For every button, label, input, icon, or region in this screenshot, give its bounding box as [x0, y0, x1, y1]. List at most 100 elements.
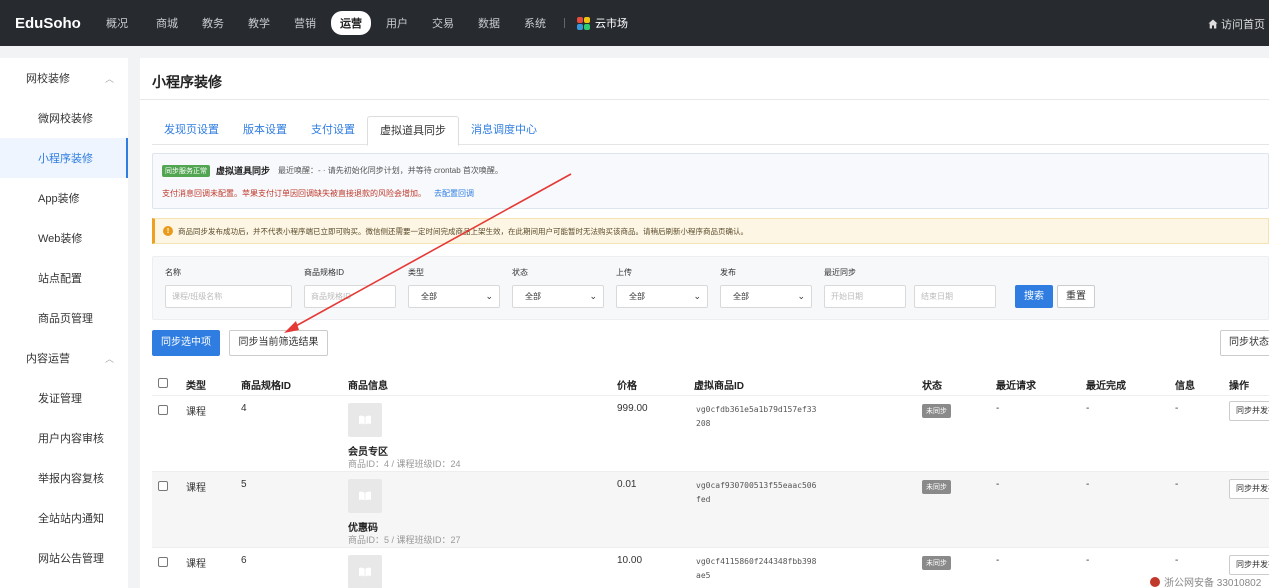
col-actions: 操作 — [1229, 381, 1249, 392]
sidebar-item-miniprogram[interactable]: 小程序装修 — [0, 138, 128, 178]
nav-operation[interactable]: 运营 — [331, 11, 371, 35]
filter-label-publish: 发布 — [720, 268, 736, 277]
nav-trade[interactable]: 交易 — [432, 15, 454, 31]
sidebar: 网校装修 ︿ 微网校装修 小程序装修 App装修 Web装修 站点配置 商品页管… — [0, 58, 128, 588]
beian-text: 浙公网安备 33010802 — [1164, 578, 1262, 588]
sync-publish-button[interactable]: 同步并发布 — [1229, 479, 1269, 499]
row-checkbox[interactable] — [158, 481, 168, 491]
reset-button[interactable]: 重置 — [1057, 285, 1095, 308]
sidebar-item-certificates[interactable]: 发证管理 — [0, 378, 128, 418]
filter-label-status: 状态 — [512, 268, 528, 277]
nav-teaching[interactable]: 教学 — [248, 15, 270, 31]
sidebar-group-decoration[interactable]: 网校装修 ︿ — [0, 58, 128, 98]
status-badge: 同步服务正常 — [162, 164, 210, 177]
row-checkbox[interactable] — [158, 405, 168, 415]
tab-discover[interactable]: 发现页设置 — [152, 116, 231, 145]
select-all-checkbox[interactable] — [158, 378, 168, 388]
filter-panel: 名称 课程/班级名称 商品规格ID 商品规格ID 类型 全部 ⌄ 状态 全部 ⌄ 上… — [152, 256, 1269, 320]
nav-cloud-market[interactable]: 云市场 — [577, 15, 628, 31]
sidebar-item-app[interactable]: App装修 — [0, 178, 128, 218]
nav-users[interactable]: 用户 — [386, 15, 408, 31]
publish-select-value: 全部 — [733, 292, 749, 301]
col-last-request: 最近请求 — [996, 381, 1036, 392]
type-select[interactable]: 全部 ⌄ — [408, 285, 500, 308]
visit-home-link[interactable]: 访问首页 — [1208, 16, 1265, 32]
sidebar-item-report-review[interactable]: 举报内容复核 — [0, 458, 128, 498]
row-spec-id: 6 — [241, 555, 247, 566]
logo[interactable]: EduSoho — [15, 15, 93, 32]
tab-message-center[interactable]: 消息调度中心 — [459, 116, 549, 145]
tab-payment[interactable]: 支付设置 — [299, 116, 367, 145]
sidebar-item-content-review[interactable]: 用户内容审核 — [0, 418, 128, 458]
notice-text: 商品同步发布成功后，并不代表小程序端已立即可购买。微信侧还需要一定时间完成商品上… — [178, 226, 748, 236]
tab-virtual-sync[interactable]: 虚拟道具同步 — [367, 116, 459, 146]
status-select[interactable]: 全部 ⌄ — [512, 285, 604, 308]
status-badge: 未同步 — [922, 480, 951, 494]
sidebar-item-micro-site[interactable]: 微网校装修 — [0, 98, 128, 138]
publish-select[interactable]: 全部 ⌄ — [720, 285, 812, 308]
sync-filtered-button[interactable]: 同步当前筛选结果 — [229, 330, 328, 356]
callback-warning-text: 支付消息回调未配置。苹果支付订单因回调缺失被直接退款的风险会增加。 — [162, 189, 426, 198]
upload-select-value: 全部 — [629, 292, 645, 301]
configure-callback-link[interactable]: 去配置回调 — [434, 189, 474, 198]
filter-label-type: 类型 — [408, 268, 424, 277]
nav-data[interactable]: 数据 — [478, 15, 500, 31]
status-badge: 未同步 — [922, 556, 951, 570]
nav-overview[interactable]: 概况 — [106, 15, 128, 31]
sync-status-button[interactable]: 同步状态 — [1220, 330, 1269, 356]
col-last-complete: 最近完成 — [1086, 381, 1126, 392]
spec-id-input[interactable]: 商品规格ID — [304, 285, 396, 308]
row-spec-id: 4 — [241, 403, 247, 414]
sidebar-item-web[interactable]: Web装修 — [0, 218, 128, 258]
chevron-down-icon: ⌄ — [485, 291, 493, 301]
chevron-down-icon: ⌄ — [589, 291, 597, 301]
status-badge: 未同步 — [922, 404, 951, 418]
sidebar-group-label: 网校装修 — [26, 73, 70, 85]
sidebar-item-site-notice[interactable]: 全站站内通知 — [0, 498, 128, 538]
col-price: 价格 — [617, 381, 637, 392]
beian-badge[interactable]: 浙公网安备 33010802 — [1150, 574, 1261, 588]
row-info: - — [1175, 555, 1179, 566]
row-type: 课程 — [186, 483, 206, 494]
tab-bar: 发现页设置 版本设置 支付设置 虚拟道具同步 消息调度中心 — [152, 116, 1269, 146]
sidebar-group-content[interactable]: 内容运营 ︿ — [0, 338, 128, 378]
nav-system[interactable]: 系统 — [524, 15, 546, 31]
tab-version[interactable]: 版本设置 — [231, 116, 299, 145]
row-last-complete: - — [1086, 479, 1090, 490]
product-name[interactable]: 会员专区 — [348, 443, 388, 458]
nav-marketing[interactable]: 营销 — [294, 15, 316, 31]
callback-warning: 支付消息回调未配置。苹果支付订单因回调缺失被直接退款的风险会增加。 去配置回调 — [162, 188, 474, 199]
col-virtual-id: 虚拟商品ID — [694, 381, 744, 392]
row-price: 0.01 — [617, 479, 637, 490]
product-ids: 商品ID：5 / 课程班级ID：27 — [348, 535, 461, 545]
filter-label-name: 名称 — [165, 268, 181, 277]
upload-select[interactable]: 全部 ⌄ — [616, 285, 708, 308]
sync-selected-button[interactable]: 同步选中项 — [152, 330, 220, 356]
nav-academic[interactable]: 教务 — [202, 15, 224, 31]
home-link-label: 访问首页 — [1221, 19, 1265, 31]
search-button[interactable]: 搜索 — [1015, 285, 1053, 308]
row-checkbox[interactable] — [158, 557, 168, 567]
divider — [140, 99, 1269, 100]
row-type: 课程 — [186, 559, 206, 570]
row-last-request: - — [996, 479, 1000, 490]
police-badge-icon — [1150, 576, 1160, 587]
name-search-input[interactable]: 课程/班级名称 — [165, 285, 292, 308]
sidebar-item-announcements[interactable]: 网站公告管理 — [0, 538, 128, 578]
sync-publish-button[interactable]: 同步并发布 — [1229, 555, 1269, 575]
start-date-input[interactable]: 开始日期 — [824, 285, 906, 308]
chevron-down-icon: ⌄ — [797, 291, 805, 301]
sidebar-item-site-config[interactable]: 站点配置 — [0, 258, 128, 298]
nav-mall[interactable]: 商城 — [156, 15, 178, 31]
sidebar-item-product-page[interactable]: 商品页管理 — [0, 298, 128, 338]
sync-publish-button[interactable]: 同步并发布 — [1229, 401, 1269, 421]
product-name[interactable]: 优惠码 — [348, 519, 378, 534]
book-icon — [359, 567, 371, 577]
type-select-value: 全部 — [421, 292, 437, 301]
sync-description: 最近唤醒：- · 请先初始化同步计划，并等待 crontab 首次唤醒。 — [278, 166, 503, 175]
end-date-input[interactable]: 结束日期 — [914, 285, 996, 308]
product-thumbnail — [348, 403, 382, 437]
product-thumbnail — [348, 555, 382, 588]
sidebar-group-label: 内容运营 — [26, 353, 70, 365]
row-virtual-id: vg0caf930700513f55eaac506fed — [696, 481, 817, 504]
